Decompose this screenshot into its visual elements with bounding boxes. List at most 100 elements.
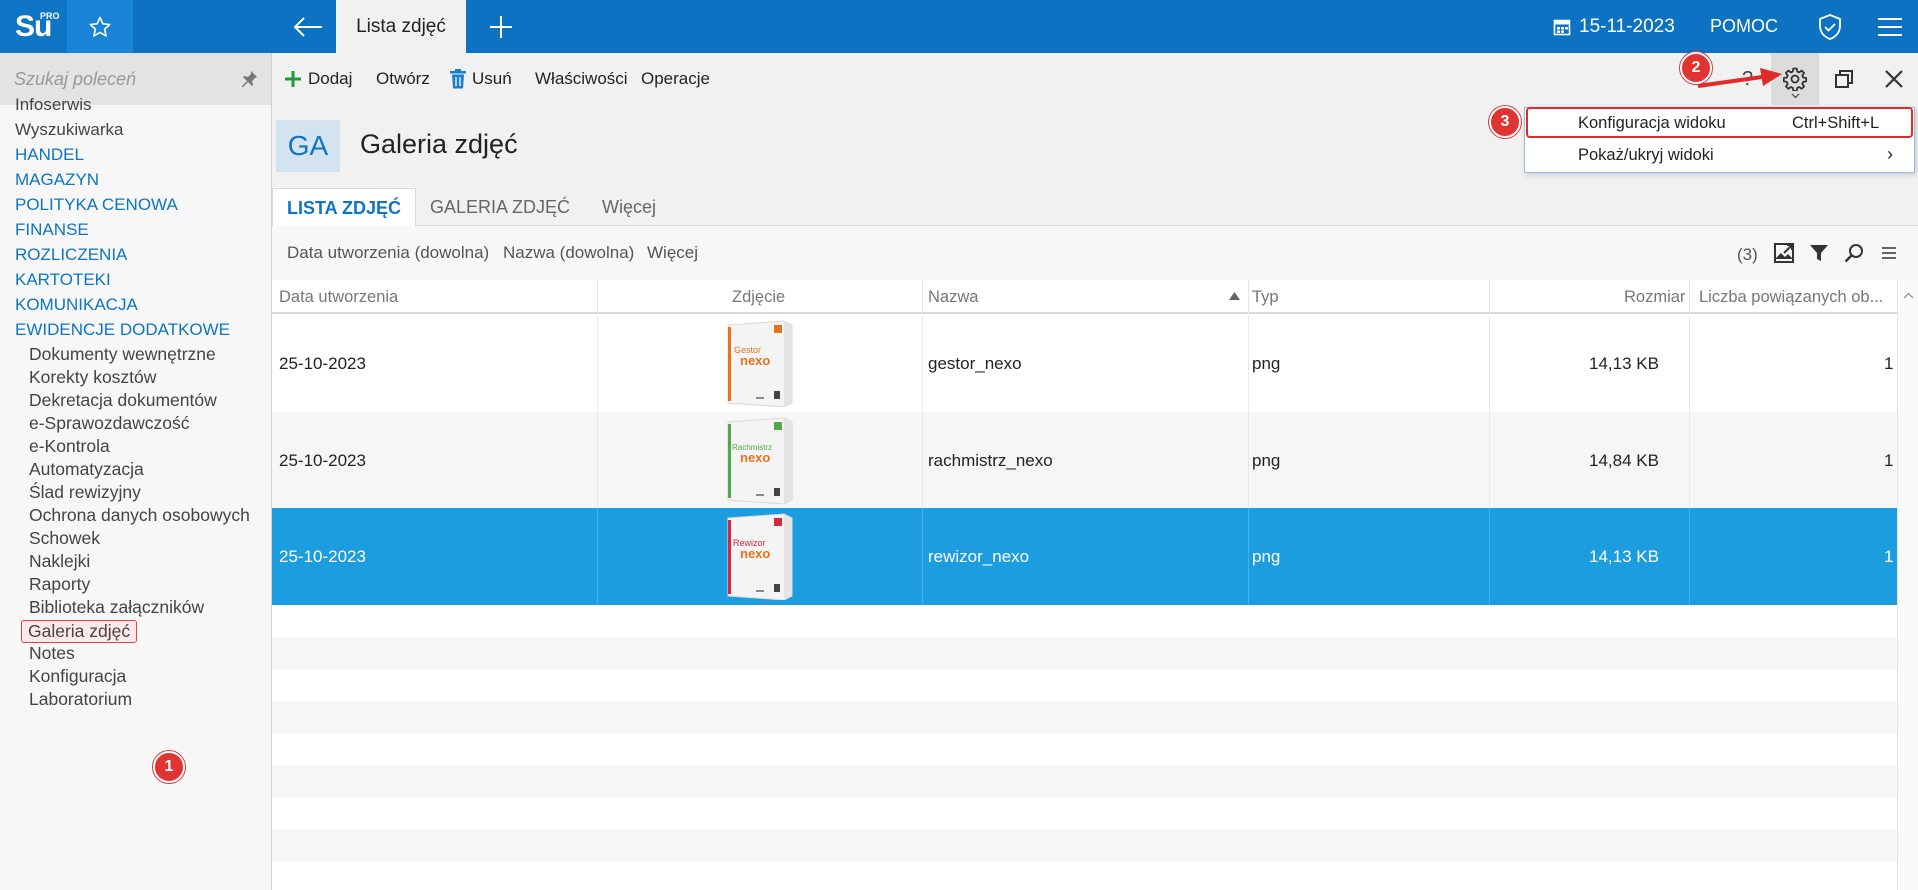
- record-count: (3): [1737, 245, 1758, 264]
- delete-button[interactable]: Usuń: [450, 53, 512, 105]
- grid-search-button[interactable]: [1842, 241, 1866, 265]
- command-search-input[interactable]: [14, 67, 224, 91]
- sidebar-item-notes[interactable]: Notes: [29, 643, 75, 664]
- sidebar-section-finanse[interactable]: FINANSE: [15, 220, 89, 240]
- sidebar-item-wyszukiwarka[interactable]: Wyszukiwarka: [15, 120, 123, 140]
- menu-lines-icon: [1882, 247, 1896, 259]
- sidebar-item-laboratorium[interactable]: Laboratorium: [29, 689, 132, 710]
- vertical-scrollbar[interactable]: [1897, 280, 1918, 890]
- app-logo[interactable]: Su PRO: [0, 0, 67, 53]
- sidebar-item-e-sprawozdawczosc[interactable]: e-Sprawozdawczość: [29, 413, 189, 434]
- help-link[interactable]: POMOC: [1710, 0, 1778, 53]
- annotation-marker-1: 1: [153, 751, 185, 783]
- menu-item-label: Pokaż/ukryj widoki: [1578, 146, 1714, 164]
- calendar-icon: [1553, 19, 1571, 35]
- empty-row: [272, 829, 1897, 861]
- grid-menu-button[interactable]: [1877, 241, 1901, 265]
- cell-separator: [922, 508, 923, 605]
- column-separator: [597, 280, 598, 314]
- tab-lista-zdjec-view[interactable]: LISTA ZDJĘĆ: [272, 188, 417, 227]
- open-button[interactable]: Otwórz: [376, 53, 430, 105]
- table-row[interactable]: 25-10-2023 Rachmistrz nexo rachmistrz_ne…: [272, 412, 1897, 509]
- cell-separator: [597, 315, 598, 412]
- cell-size: 14,13 KB: [1589, 353, 1659, 373]
- shield-check-icon: [1819, 13, 1841, 40]
- cell-separator: [1248, 412, 1249, 509]
- cell-size: 14,13 KB: [1589, 546, 1659, 566]
- annotation-marker-3: 3: [1489, 106, 1521, 138]
- open-label: Otwórz: [376, 69, 430, 88]
- filter-nazwa[interactable]: Nazwa (dowolna): [503, 243, 634, 263]
- tab-lista-zdjec[interactable]: Lista zdjęć: [336, 0, 466, 53]
- sidebar-item-konfiguracja[interactable]: Konfiguracja: [29, 666, 126, 687]
- filter-button[interactable]: [1807, 241, 1831, 265]
- sidebar-item-slad-rewizyjny[interactable]: Ślad rewizyjny: [29, 482, 141, 503]
- cell-separator: [1489, 315, 1490, 412]
- column-zdjecie[interactable]: Zdjęcie: [732, 280, 785, 314]
- delete-label: Usuń: [472, 69, 512, 88]
- add-button[interactable]: Dodaj: [284, 53, 352, 105]
- restore-window-button[interactable]: [1822, 53, 1866, 105]
- sidebar-section-handel[interactable]: HANDEL: [15, 145, 84, 165]
- empty-row: [272, 605, 1897, 637]
- filter-data-utworzenia[interactable]: Data utworzenia (dowolna): [287, 243, 489, 263]
- sidebar-item-e-kontrola[interactable]: e-Kontrola: [29, 436, 110, 457]
- column-data-utworzenia[interactable]: Data utworzenia: [279, 280, 398, 314]
- add-label: Dodaj: [308, 69, 353, 88]
- sidebar-item-biblioteka-zalacznikow[interactable]: Biblioteka załączników: [29, 597, 204, 618]
- column-liczba-powiazanych[interactable]: Liczba powiązanych ob...: [1699, 280, 1883, 314]
- table-row[interactable]: 25-10-2023 Gestor nexo gestor_nexo png 1…: [272, 315, 1897, 412]
- sidebar-item-infoserwis[interactable]: Infoserwis: [15, 95, 92, 115]
- main-menu-button[interactable]: [1870, 0, 1910, 53]
- menu-item-pokaz-ukryj-widoki[interactable]: Pokaż/ukryj widoki ›: [1525, 140, 1914, 171]
- column-typ[interactable]: Typ: [1252, 280, 1279, 314]
- sidebar-item-dekretacja-dokumentow[interactable]: Dekretacja dokumentów: [29, 390, 217, 411]
- cell-count: 1: [1884, 546, 1894, 566]
- sidebar-item-schowek[interactable]: Schowek: [29, 528, 100, 549]
- tab-wiecej[interactable]: Więcej: [588, 188, 670, 226]
- sidebar-item-raporty[interactable]: Raporty: [29, 574, 90, 595]
- sidebar-item-galeria-zdjec[interactable]: Galeria zdjęć: [21, 620, 138, 643]
- export-image-icon: [1774, 243, 1794, 263]
- operations-button[interactable]: Operacje: [641, 53, 710, 105]
- date-picker[interactable]: 15-11-2023: [1553, 0, 1675, 53]
- chevron-up-icon: [1903, 292, 1914, 299]
- gestor-box-image: Gestor nexo: [727, 320, 793, 407]
- filter-wiecej[interactable]: Więcej: [647, 243, 698, 263]
- cell-name: rachmistrz_nexo: [928, 450, 1053, 470]
- tab-galeria-zdjec-view[interactable]: GALERIA ZDJĘĆ: [416, 188, 584, 226]
- sidebar-section-polityka-cenowa[interactable]: POLITYKA CENOWA: [15, 195, 178, 215]
- sidebar-section-magazyn[interactable]: MAGAZYN: [15, 170, 99, 190]
- sidebar-section-komunikacja[interactable]: KOMUNIKACJA: [15, 295, 138, 315]
- new-tab-button[interactable]: [476, 0, 526, 53]
- cell-separator: [1689, 412, 1690, 509]
- shield-button[interactable]: [1810, 0, 1850, 53]
- pin-icon[interactable]: [240, 70, 258, 88]
- favorites-button[interactable]: [67, 0, 133, 53]
- sidebar-section-rozliczenia[interactable]: ROZLICZENIA: [15, 245, 127, 265]
- back-button[interactable]: [280, 0, 336, 53]
- trash-icon: [450, 69, 466, 89]
- column-rozmiar[interactable]: Rozmiar: [1624, 280, 1685, 314]
- toolbar: Dodaj Otwórz Usuń Właściwości Operacje ?: [272, 53, 1918, 105]
- sidebar-item-ochrona-danych[interactable]: Ochrona danych osobowych: [29, 505, 250, 526]
- sidebar-item-korekty-kosztow[interactable]: Korekty kosztów: [29, 367, 156, 388]
- sidebar-item-naklejki[interactable]: Naklejki: [29, 551, 90, 572]
- column-nazwa[interactable]: Nazwa: [928, 280, 978, 314]
- sort-ascending-icon: [1229, 292, 1240, 300]
- export-button[interactable]: [1772, 241, 1796, 265]
- properties-button[interactable]: Właściwości: [535, 53, 628, 105]
- sidebar-section-ewidencje-dodatkowe[interactable]: EWIDENCJE DODATKOWE: [15, 320, 230, 340]
- cell-separator: [1489, 508, 1490, 605]
- cell-separator: [1689, 508, 1690, 605]
- sidebar-section-kartoteki[interactable]: KARTOTEKI: [15, 270, 111, 290]
- empty-row: [272, 637, 1897, 669]
- sidebar-item-dokumenty-wewnetrzne[interactable]: Dokumenty wewnętrzne: [29, 344, 216, 365]
- table-row-selected[interactable]: 25-10-2023 Rewizor nexo rewizor_nexo png…: [272, 508, 1897, 605]
- sidebar-item-automatyzacja[interactable]: Automatyzacja: [29, 459, 144, 480]
- top-bar: Su PRO Lista zdjęć 15-11-2023 POMOC: [0, 0, 1918, 53]
- close-window-button[interactable]: [1872, 53, 1916, 105]
- plus-icon: [285, 71, 301, 87]
- cell-date: 25-10-2023: [279, 546, 366, 566]
- cell-type: png: [1252, 546, 1281, 566]
